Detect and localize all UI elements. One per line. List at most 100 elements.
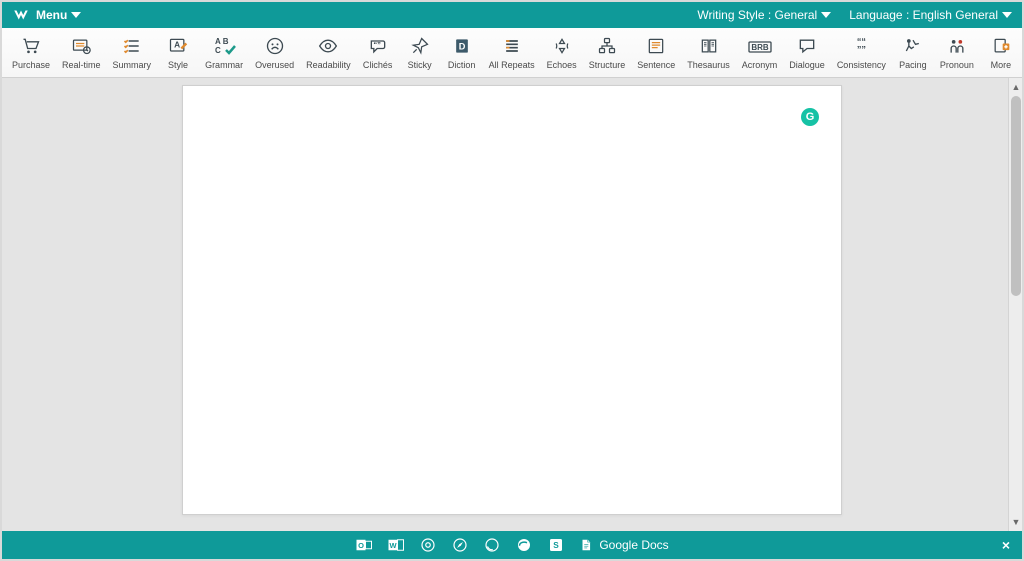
scrivener-icon[interactable]: S — [547, 536, 565, 554]
tool-label: Readability — [306, 60, 351, 70]
style-button[interactable]: A Style — [157, 28, 199, 77]
work-area: G ▲ ▼ — [2, 78, 1022, 531]
language-label: Language : English General — [849, 8, 998, 22]
google-docs-icon — [579, 536, 593, 554]
firefox-icon[interactable] — [483, 536, 501, 554]
purchase-button[interactable]: Purchase — [6, 28, 56, 77]
pronoun-icon — [946, 35, 968, 57]
scroll-up-icon[interactable]: ▲ — [1011, 80, 1021, 94]
menu-button[interactable]: Menu — [36, 8, 81, 22]
diction-button[interactable]: D Diction — [441, 28, 483, 77]
tool-label: Pronoun — [940, 60, 974, 70]
scroll-thumb[interactable] — [1011, 96, 1021, 296]
echoes-button[interactable]: Echoes — [541, 28, 583, 77]
app-logo-icon — [12, 6, 30, 24]
realtime-icon — [70, 35, 92, 57]
tool-label: Echoes — [547, 60, 577, 70]
tool-label: Pacing — [899, 60, 927, 70]
google-docs-button[interactable]: Google Docs — [579, 536, 668, 554]
readability-icon — [317, 35, 339, 57]
allrepeats-icon — [501, 35, 523, 57]
tool-label: Sticky — [408, 60, 432, 70]
tool-label: Thesaurus — [687, 60, 730, 70]
edge-icon[interactable] — [515, 536, 533, 554]
sticky-button[interactable]: Sticky — [399, 28, 441, 77]
svg-text:””: ”” — [857, 45, 866, 55]
google-docs-label: Google Docs — [599, 538, 668, 552]
document-page[interactable]: G — [182, 85, 842, 515]
language-dropdown[interactable]: Language : English General — [849, 8, 1012, 22]
pacing-button[interactable]: Pacing — [892, 28, 934, 77]
writing-style-label: Writing Style : General — [697, 8, 817, 22]
pacing-icon — [902, 35, 924, 57]
tool-label: Overused — [255, 60, 294, 70]
grammar-icon: A BC — [211, 35, 237, 57]
dialogue-button[interactable]: Dialogue — [783, 28, 831, 77]
tool-label: Consistency — [837, 60, 886, 70]
dialogue-icon — [796, 35, 818, 57]
tool-label: Real-time — [62, 60, 101, 70]
style-icon: A — [167, 35, 189, 57]
tool-label: Sentence — [637, 60, 675, 70]
scroll-down-icon[interactable]: ▼ — [1011, 515, 1021, 529]
overused-button[interactable]: Overused — [249, 28, 300, 77]
writing-style-dropdown[interactable]: Writing Style : General — [697, 8, 831, 22]
top-bar: Menu Writing Style : General Language : … — [2, 2, 1022, 28]
pronoun-button[interactable]: Pronoun — [934, 28, 980, 77]
structure-icon — [596, 35, 618, 57]
cart-icon — [20, 35, 42, 57]
acronym-icon: BRB — [747, 35, 773, 57]
vertical-scrollbar[interactable]: ▲ ▼ — [1008, 78, 1022, 531]
tool-label: More — [991, 60, 1012, 70]
more-button[interactable]: More — [980, 28, 1022, 77]
app-frame: Menu Writing Style : General Language : … — [0, 0, 1024, 561]
word-icon[interactable]: W — [387, 536, 405, 554]
svg-text:A: A — [174, 40, 180, 50]
consistency-button[interactable]: ““”” Consistency — [831, 28, 892, 77]
tool-label: Summary — [113, 60, 152, 70]
readability-button[interactable]: Readability — [300, 28, 357, 77]
chrome-icon[interactable] — [419, 536, 437, 554]
tool-label: Dialogue — [789, 60, 825, 70]
structure-button[interactable]: Structure — [583, 28, 632, 77]
summary-icon — [121, 35, 143, 57]
chevron-down-icon — [71, 12, 81, 18]
grammar-button[interactable]: A BC Grammar — [199, 28, 249, 77]
cliches-button[interactable]: “” Clichés — [357, 28, 399, 77]
integration-apps: O W S Google Docs — [355, 536, 668, 554]
diction-icon: D — [451, 35, 473, 57]
allrepeats-button[interactable]: All Repeats — [483, 28, 541, 77]
realtime-button[interactable]: Real-time — [56, 28, 107, 77]
chevron-down-icon — [821, 12, 831, 18]
consistency-icon: ““”” — [850, 35, 872, 57]
tool-label: All Repeats — [489, 60, 535, 70]
menu-label: Menu — [36, 8, 67, 22]
outlook-icon[interactable]: O — [355, 536, 373, 554]
acronym-button[interactable]: BRB Acronym — [736, 28, 784, 77]
safari-icon[interactable] — [451, 536, 469, 554]
echoes-icon — [551, 35, 573, 57]
svg-text:BRB: BRB — [751, 43, 769, 52]
sentence-button[interactable]: Sentence — [631, 28, 681, 77]
thesaurus-icon — [698, 35, 720, 57]
close-button[interactable]: × — [1002, 531, 1010, 559]
svg-text:A B: A B — [215, 37, 229, 46]
svg-text:D: D — [458, 41, 465, 51]
toolbar: Purchase Real-time Summary A Style A BC … — [2, 28, 1022, 78]
svg-text:“”: “” — [373, 40, 381, 49]
tool-label: Acronym — [742, 60, 778, 70]
tool-label: Clichés — [363, 60, 393, 70]
svg-text:W: W — [390, 541, 398, 550]
thesaurus-button[interactable]: Thesaurus — [681, 28, 736, 77]
svg-text:O: O — [358, 541, 364, 550]
tool-label: Grammar — [205, 60, 243, 70]
summary-button[interactable]: Summary — [107, 28, 158, 77]
svg-text:C: C — [215, 46, 221, 55]
sticky-icon — [409, 35, 431, 57]
svg-text:S: S — [554, 541, 560, 550]
tool-label: Style — [168, 60, 188, 70]
tool-label: Structure — [589, 60, 626, 70]
bottom-bar: O W S Google Docs — [2, 531, 1022, 559]
extension-badge-icon[interactable]: G — [801, 108, 819, 126]
tool-label: Diction — [448, 60, 476, 70]
